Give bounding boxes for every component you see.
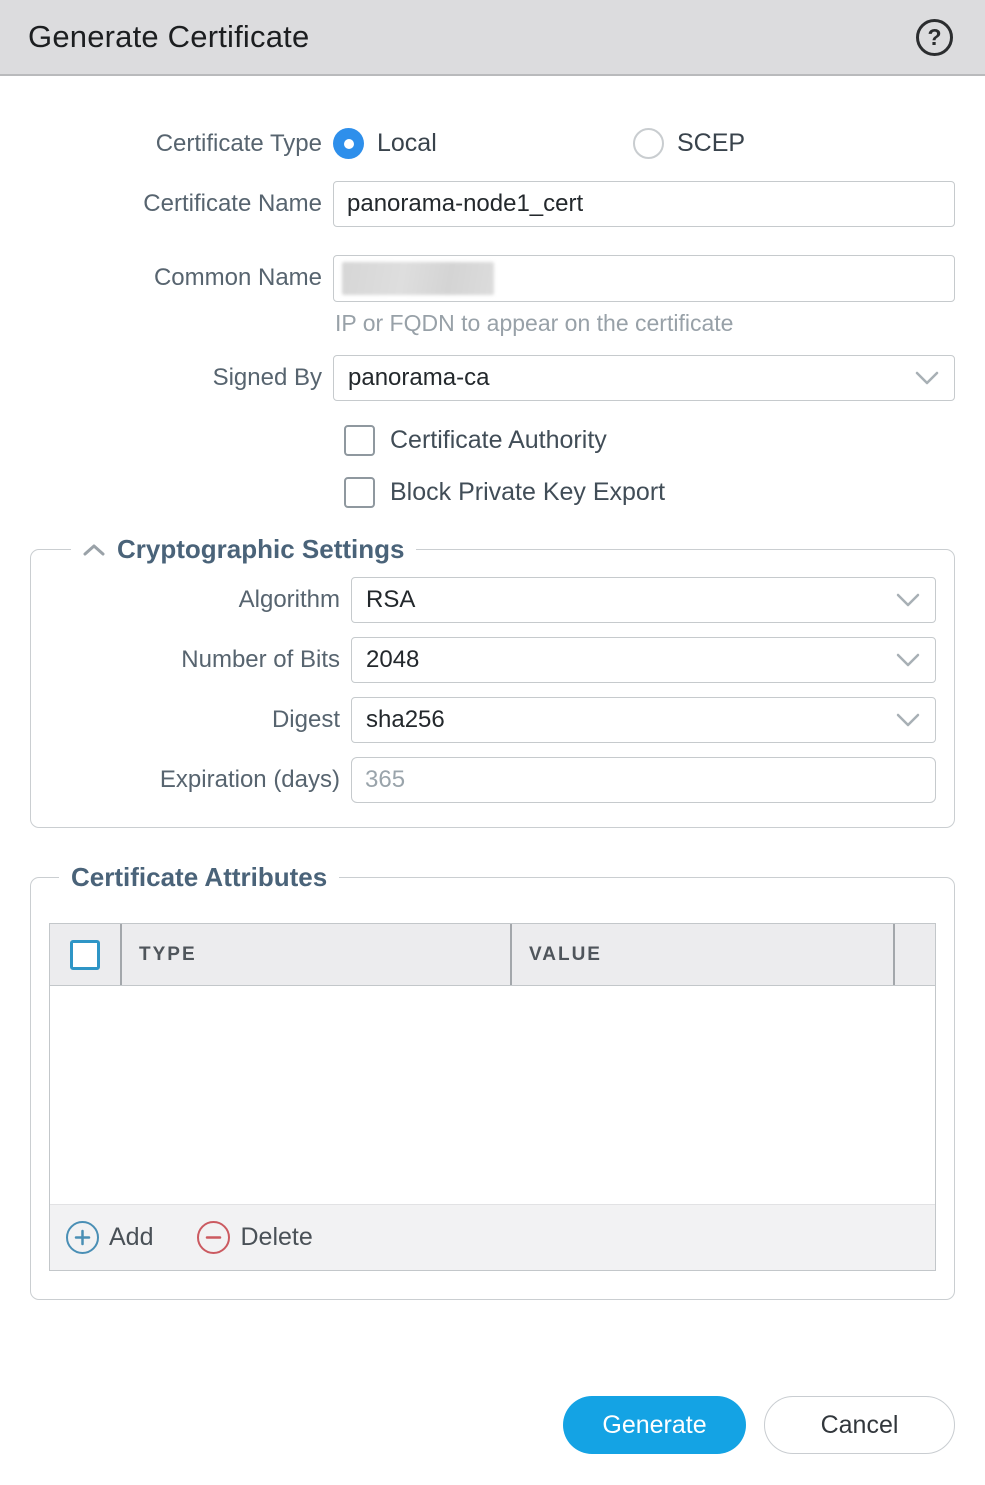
certificate-attributes-section: Certificate Attributes TYPE VALUE Add bbox=[30, 862, 955, 1300]
dialog-header: Generate Certificate ? bbox=[0, 0, 985, 76]
select-all-checkbox[interactable] bbox=[70, 940, 100, 970]
signed-by-value: panorama-ca bbox=[348, 364, 489, 392]
expiration-row: Expiration (days) bbox=[49, 757, 936, 803]
plus-circle-icon bbox=[66, 1221, 99, 1254]
dialog-footer: Generate Cancel bbox=[0, 1396, 985, 1454]
dialog-body: Certificate Type Local SCEP Certificate … bbox=[0, 76, 985, 1454]
cancel-button[interactable]: Cancel bbox=[764, 1396, 955, 1454]
number-of-bits-label: Number of Bits bbox=[49, 646, 351, 674]
block-private-key-export-checkbox[interactable] bbox=[344, 477, 375, 508]
certificate-type-radio-group: Local SCEP bbox=[333, 128, 955, 159]
cryptographic-settings-section: Cryptographic Settings Algorithm RSA Num… bbox=[30, 534, 955, 828]
signed-by-row: Signed By panorama-ca bbox=[0, 355, 985, 401]
algorithm-row: Algorithm RSA bbox=[49, 577, 936, 623]
minus-circle-icon bbox=[197, 1221, 230, 1254]
dialog-title: Generate Certificate bbox=[28, 19, 309, 55]
radio-scep-label: SCEP bbox=[677, 129, 745, 158]
add-attribute-button[interactable]: Add bbox=[66, 1221, 153, 1254]
radio-unselected-icon[interactable] bbox=[633, 128, 664, 159]
digest-label: Digest bbox=[49, 706, 351, 734]
delete-button-label: Delete bbox=[240, 1223, 312, 1252]
common-name-helper-text: IP or FQDN to appear on the certificate bbox=[333, 310, 955, 337]
attributes-table-footer: Add Delete bbox=[50, 1204, 935, 1270]
radio-selected-icon[interactable] bbox=[333, 128, 364, 159]
attributes-table-header: TYPE VALUE bbox=[50, 924, 935, 986]
radio-local-label: Local bbox=[377, 129, 437, 158]
cryptographic-settings-title: Cryptographic Settings bbox=[117, 534, 404, 565]
block-private-key-export-checkbox-row[interactable]: Block Private Key Export bbox=[344, 477, 985, 508]
attributes-table-body[interactable] bbox=[50, 986, 935, 1204]
expiration-input[interactable] bbox=[351, 757, 936, 803]
value-column-header[interactable]: VALUE bbox=[510, 924, 893, 985]
chevron-up-icon[interactable] bbox=[83, 543, 105, 557]
certificate-attributes-title: Certificate Attributes bbox=[71, 862, 327, 893]
digest-row: Digest sha256 bbox=[49, 697, 936, 743]
chevron-down-icon bbox=[914, 370, 940, 386]
signed-by-select[interactable]: panorama-ca bbox=[333, 355, 955, 401]
redacted-value-blur bbox=[342, 262, 494, 295]
delete-attribute-button[interactable]: Delete bbox=[197, 1221, 312, 1254]
signed-by-label: Signed By bbox=[0, 364, 333, 392]
chevron-down-icon bbox=[895, 592, 921, 608]
certificate-name-label: Certificate Name bbox=[0, 190, 333, 218]
expiration-label: Expiration (days) bbox=[49, 766, 351, 794]
certificate-name-input[interactable] bbox=[333, 181, 955, 227]
digest-value: sha256 bbox=[366, 706, 445, 734]
radio-option-scep[interactable]: SCEP bbox=[633, 128, 745, 159]
certificate-name-row: Certificate Name bbox=[0, 181, 985, 227]
digest-select[interactable]: sha256 bbox=[351, 697, 936, 743]
common-name-label: Common Name bbox=[0, 255, 333, 292]
certificate-type-row: Certificate Type Local SCEP bbox=[0, 128, 985, 159]
chevron-down-icon bbox=[895, 712, 921, 728]
certificate-authority-checkbox-row[interactable]: Certificate Authority bbox=[344, 425, 985, 456]
radio-option-local[interactable]: Local bbox=[333, 128, 633, 159]
add-button-label: Add bbox=[109, 1223, 153, 1252]
certificate-type-label: Certificate Type bbox=[0, 130, 333, 158]
certificate-authority-checkbox[interactable] bbox=[344, 425, 375, 456]
type-column-header[interactable]: TYPE bbox=[120, 924, 510, 985]
attributes-table: TYPE VALUE Add Delete bbox=[49, 923, 936, 1271]
algorithm-label: Algorithm bbox=[49, 586, 351, 614]
number-of-bits-select[interactable]: 2048 bbox=[351, 637, 936, 683]
generate-button[interactable]: Generate bbox=[563, 1396, 746, 1454]
block-private-key-export-label: Block Private Key Export bbox=[390, 478, 665, 507]
algorithm-select[interactable]: RSA bbox=[351, 577, 936, 623]
chevron-down-icon bbox=[895, 652, 921, 668]
cryptographic-settings-legend[interactable]: Cryptographic Settings bbox=[71, 534, 416, 565]
common-name-row: Common Name IP or FQDN to appear on the … bbox=[0, 255, 985, 337]
number-of-bits-value: 2048 bbox=[366, 646, 419, 674]
certificate-authority-label: Certificate Authority bbox=[390, 426, 607, 455]
algorithm-value: RSA bbox=[366, 586, 415, 614]
help-icon[interactable]: ? bbox=[916, 19, 953, 56]
spacer-column-header bbox=[893, 924, 935, 985]
certificate-attributes-legend: Certificate Attributes bbox=[59, 862, 339, 893]
number-of-bits-row: Number of Bits 2048 bbox=[49, 637, 936, 683]
